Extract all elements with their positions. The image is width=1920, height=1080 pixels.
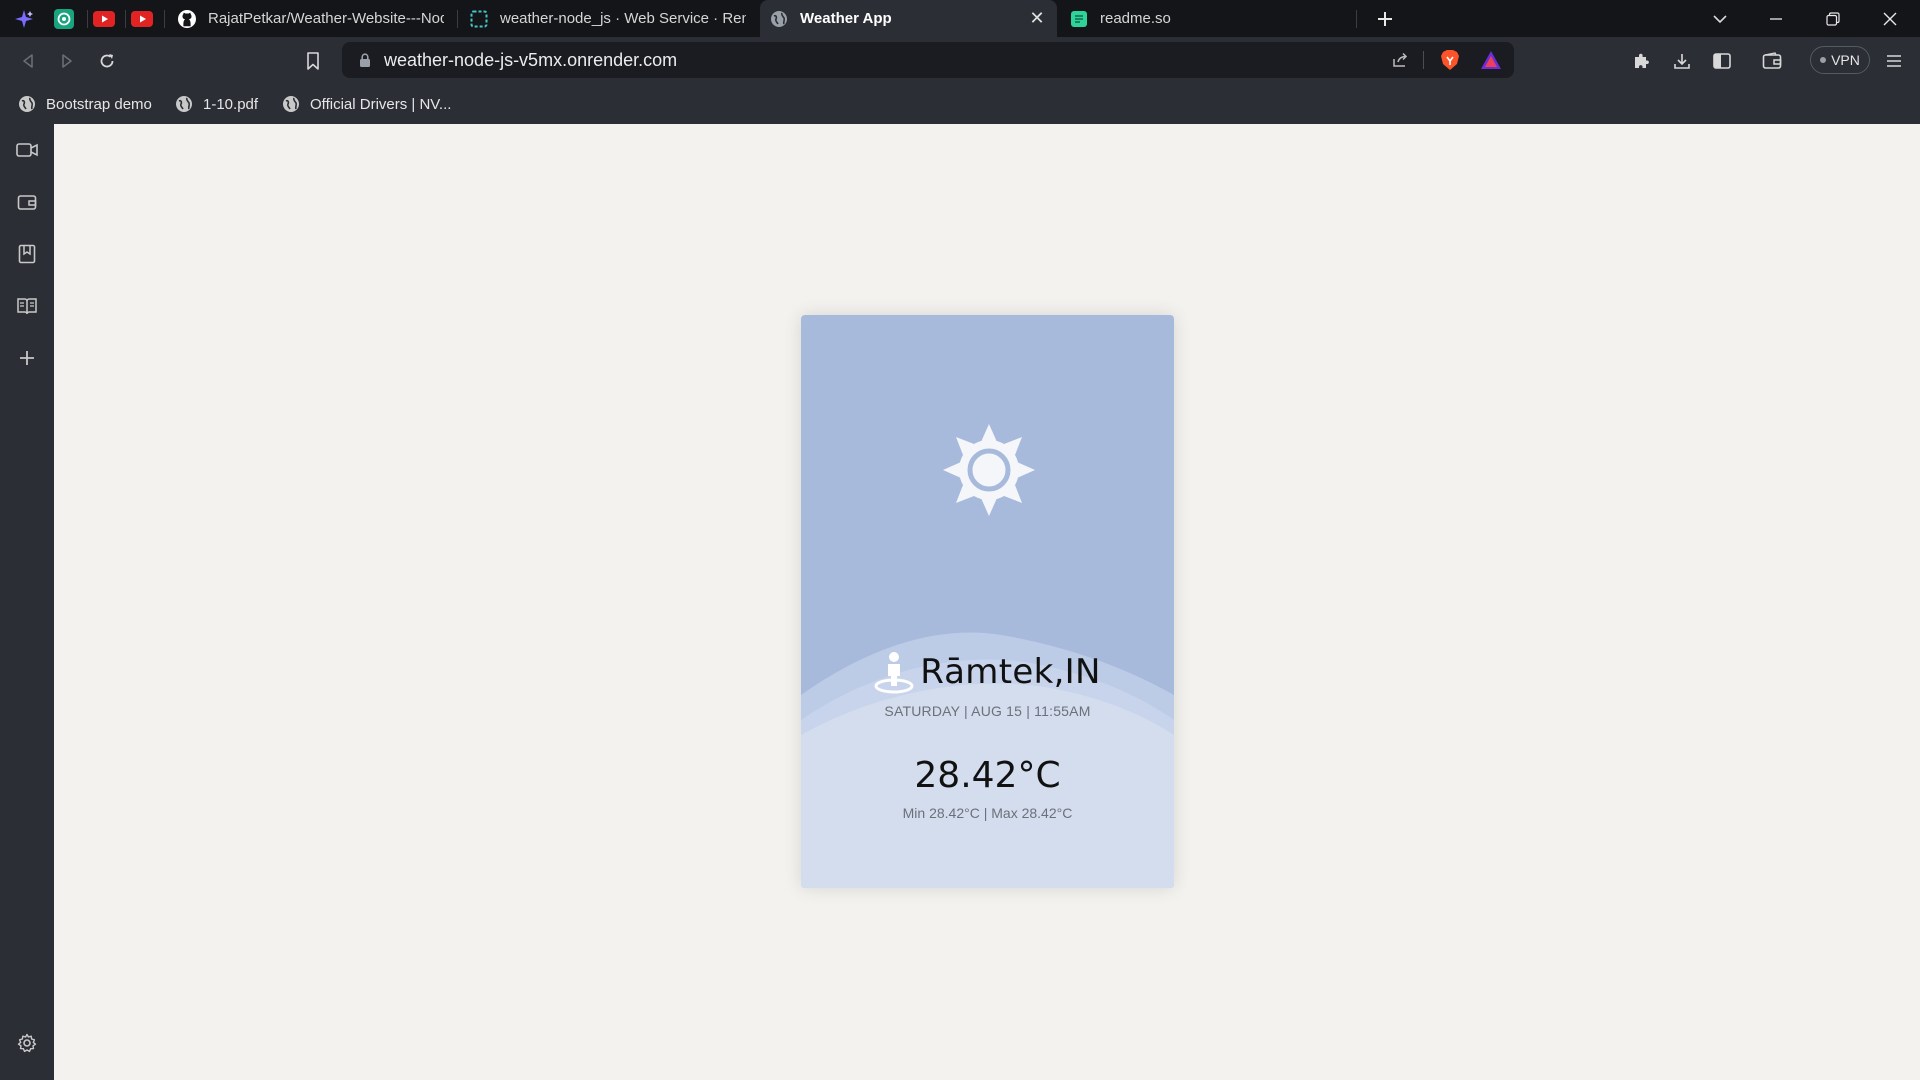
- forward-icon: [62, 54, 72, 68]
- weather-card: Rāmtek,IN SATURDAY | AUG 15 | 11:55AM 28…: [801, 315, 1174, 888]
- tab-readme[interactable]: readme.so: [1060, 0, 1356, 37]
- bookmark-page-button[interactable]: [297, 45, 329, 77]
- pinned-tab-chatgpt[interactable]: [46, 0, 82, 37]
- browser-toolbar: weather-node-js-v5mx.onrender.com VPN: [0, 37, 1920, 84]
- wallet-icon: [1762, 52, 1782, 69]
- vpn-label: VPN: [1831, 52, 1860, 68]
- tab-divider: [164, 10, 165, 28]
- date-time: SATURDAY | AUG 15 | 11:55AM: [884, 703, 1091, 719]
- sidebar-item-bookmarks[interactable]: [12, 239, 42, 269]
- tab-divider: [457, 10, 458, 28]
- render-icon: [470, 10, 488, 28]
- extensions-button[interactable]: [1626, 45, 1658, 77]
- vpn-status-dot: [1820, 57, 1827, 63]
- omnibox-divider: [1423, 51, 1424, 69]
- reading-list-icon: [17, 298, 37, 315]
- min-max-temperature: Min 28.42°C | Max 28.42°C: [902, 805, 1073, 821]
- close-icon: [1883, 12, 1897, 25]
- lock-icon[interactable]: [356, 51, 374, 69]
- wave-background: [801, 632, 1174, 888]
- close-tab-icon[interactable]: ✕: [1027, 8, 1047, 28]
- video-icon: [16, 143, 38, 157]
- pinned-tab-youtube-1[interactable]: [86, 0, 122, 37]
- close-window-button[interactable]: [1862, 0, 1918, 37]
- minimize-icon: [1770, 17, 1782, 20]
- tab-render-service[interactable]: weather-node_js · Web Service · Rend: [460, 0, 758, 37]
- restore-button[interactable]: [1805, 0, 1861, 37]
- location-row: Rāmtek,IN: [801, 650, 1174, 694]
- person-pin-icon: [874, 652, 914, 694]
- wallet-button[interactable]: [1756, 45, 1788, 77]
- sidebar-toggle-button[interactable]: [1706, 45, 1738, 77]
- github-icon: [178, 9, 196, 28]
- sidebar-icon: [1713, 53, 1731, 69]
- wallet-icon: [17, 195, 37, 210]
- url-text: weather-node-js-v5mx.onrender.com: [384, 50, 678, 70]
- forward-button[interactable]: [51, 45, 83, 77]
- reload-icon: [100, 54, 114, 68]
- city-name: Rāmtek,IN: [920, 652, 1101, 692]
- bookmark-1-10-pdf[interactable]: 1-10.pdf: [175, 90, 258, 118]
- minimize-button[interactable]: [1748, 0, 1804, 37]
- youtube-icon: [131, 10, 153, 27]
- sidebar-add-button[interactable]: [12, 343, 42, 373]
- chevron-down-icon: [1713, 14, 1727, 23]
- add-icon: [20, 351, 34, 365]
- sidebar-item-reading-list[interactable]: [12, 291, 42, 321]
- bookmark-label: 1-10.pdf: [203, 95, 259, 113]
- leo-ai-icon: [15, 9, 33, 28]
- bookmark-label: Bootstrap demo: [46, 95, 152, 113]
- new-tab-button[interactable]: [1370, 4, 1400, 34]
- globe-icon: [175, 95, 193, 113]
- reload-button[interactable]: [91, 45, 123, 77]
- globe-icon: [18, 95, 36, 113]
- restore-icon: [1826, 11, 1840, 26]
- page-viewport: Rāmtek,IN SATURDAY | AUG 15 | 11:55AM 28…: [54, 124, 1920, 1080]
- sidebar-item-wallet[interactable]: [12, 187, 42, 217]
- brave-shields-icon[interactable]: [1438, 48, 1462, 72]
- tab-divider: [1356, 10, 1357, 28]
- tab-strip: RajatPetkar/Weather-Website---Node- weat…: [0, 0, 1920, 37]
- back-icon: [23, 54, 33, 68]
- bookmark-bootstrap-demo[interactable]: Bootstrap demo: [18, 90, 152, 118]
- bookmark-official-drivers[interactable]: Official Drivers | NV...: [282, 90, 451, 118]
- sun-icon: [943, 424, 1035, 516]
- tab-title: RajatPetkar/Weather-Website---Node-: [208, 10, 444, 27]
- readme-icon: [1070, 10, 1088, 28]
- temperature: 28.42°C: [914, 755, 1061, 796]
- vpn-button[interactable]: VPN: [1810, 46, 1870, 74]
- pinned-tab-youtube-2[interactable]: [124, 0, 160, 37]
- globe-icon: [282, 95, 300, 113]
- brave-rewards-icon[interactable]: [1479, 48, 1503, 72]
- browser-sidebar: [0, 124, 54, 1080]
- tab-github-repo[interactable]: RajatPetkar/Weather-Website---Node-: [168, 0, 456, 37]
- tab-title: readme.so: [1100, 10, 1171, 27]
- tab-weather-app[interactable]: Weather App ✕: [760, 0, 1057, 37]
- sidebar-item-video[interactable]: [12, 135, 42, 165]
- downloads-button[interactable]: [1666, 45, 1698, 77]
- bookmarks-icon: [18, 244, 36, 264]
- share-icon[interactable]: [1388, 48, 1412, 72]
- plus-icon: [1378, 12, 1392, 26]
- bookmarks-bar: Bootstrap demo 1-10.pdf Official Drivers…: [0, 84, 1920, 124]
- chatgpt-icon: [54, 8, 74, 29]
- globe-icon: [770, 10, 788, 28]
- sidebar-settings-button[interactable]: [12, 1028, 42, 1058]
- bookmark-label: Official Drivers | NV...: [310, 95, 452, 113]
- hamburger-menu-icon: [1887, 55, 1901, 67]
- pinned-tab-leo[interactable]: [6, 0, 42, 37]
- settings-icon: [17, 1033, 37, 1053]
- address-bar[interactable]: weather-node-js-v5mx.onrender.com: [342, 42, 1514, 78]
- tab-search-button[interactable]: [1692, 0, 1748, 37]
- tab-title: Weather App: [800, 10, 892, 27]
- youtube-icon: [93, 10, 115, 27]
- tab-title: weather-node_js · Web Service · Rend: [500, 10, 746, 27]
- menu-button[interactable]: [1878, 45, 1910, 77]
- download-icon: [1674, 54, 1690, 69]
- bookmark-icon: [307, 52, 319, 70]
- puzzle-icon: [1635, 53, 1649, 68]
- back-button[interactable]: [12, 45, 44, 77]
